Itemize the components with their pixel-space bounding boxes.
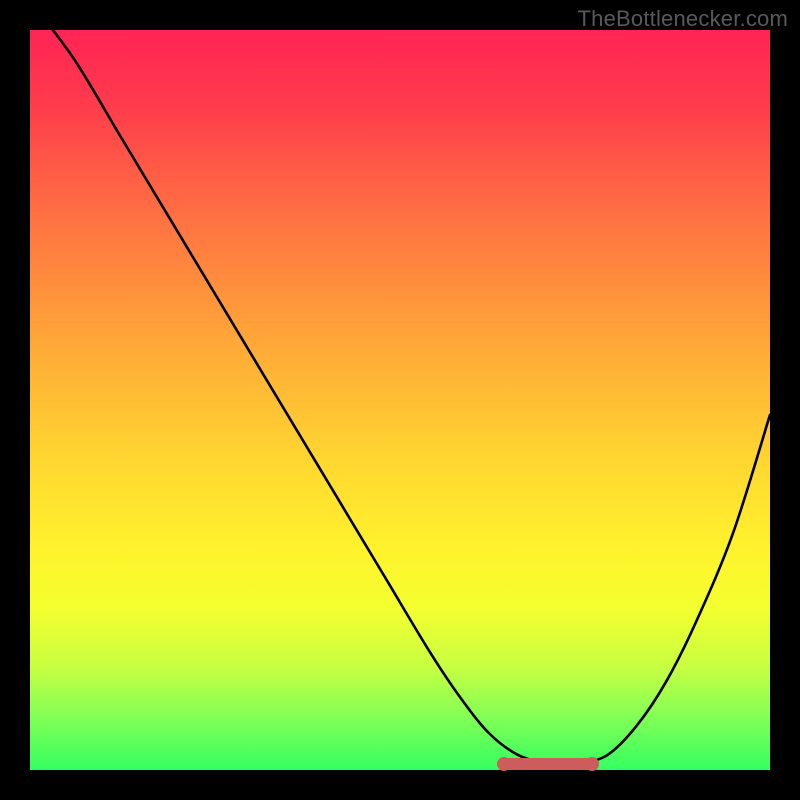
optimal-range-dot-left [497, 757, 511, 771]
chart-frame: TheBottleneсker.com [0, 0, 800, 800]
watermark-text: TheBottleneсker.com [578, 6, 788, 32]
plot-area [30, 30, 770, 770]
bottleneck-curve [30, 30, 770, 770]
optimal-range-marker [502, 758, 595, 770]
